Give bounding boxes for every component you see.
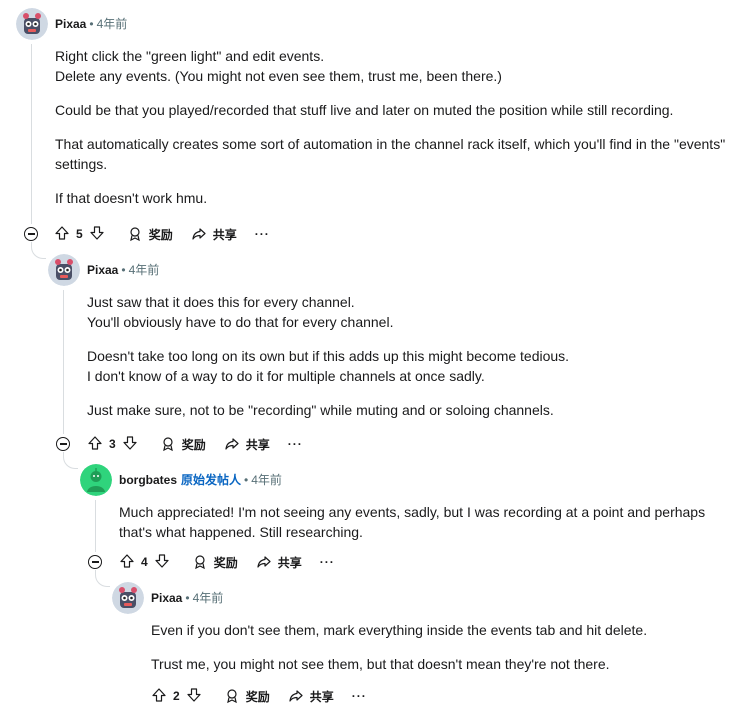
text-line: that's what happened. Still researching. [119,524,363,540]
comment-body: Much appreciated! I'm not seeing any eve… [119,502,737,556]
collapse-thread-button[interactable] [56,437,70,451]
user-avatar[interactable] [48,254,80,286]
downvote-icon[interactable] [154,553,170,572]
upvote-icon[interactable] [119,553,135,572]
text-line: Much appreciated! I'm not seeing any eve… [119,504,706,520]
user-avatar[interactable] [80,464,112,496]
text-line: Just make sure, not to be "recording" wh… [87,402,554,418]
comment-paragraph: If that doesn't work hmu. [55,188,737,208]
text-line: If that doesn't work hmu. [55,190,208,206]
comment-paragraph: Much appreciated! I'm not seeing any eve… [119,502,737,542]
comment-body: Even if you don't see them, mark everyth… [151,620,737,688]
user-avatar[interactable] [112,582,144,614]
more-options-icon[interactable]: ··· [352,689,367,703]
meta-separator: • [244,473,249,487]
comment-meta: Pixaa • 4年前 [55,16,127,32]
comment-paragraph: Even if you don't see them, mark everyth… [151,620,737,640]
award-icon [162,437,173,452]
text-line: Just saw that it does this for every cha… [87,294,355,310]
comment-meta: Pixaa • 4年前 [87,262,159,278]
award-icon [129,227,140,242]
upvote-icon[interactable] [54,225,70,244]
comment-meta: Pixaa • 4年前 [151,590,223,606]
timestamp[interactable]: 4年前 [251,473,282,487]
vote-count: 4 [141,555,148,569]
comment-body: Right click the "green light" and edit e… [55,46,737,222]
vote-count: 2 [173,689,180,703]
comment-paragraph: Could be that you played/recorded that s… [55,100,737,120]
vote-count: 5 [76,227,83,241]
meta-separator: • [89,17,94,31]
share-icon [257,556,271,568]
share-label: 共享 [212,227,237,242]
text-line: You'll obviously have to do that for eve… [87,314,394,330]
comment-paragraph: Trust me, you might not see them, but th… [151,654,737,674]
comment-actions: 2 奖励 共享 ··· [151,684,385,708]
user-avatar[interactable] [16,8,48,40]
thread-connector [31,242,46,259]
text-line: I don't know of a way to do it for multi… [87,368,485,384]
comment-paragraph: Just make sure, not to be "recording" wh… [87,400,737,420]
vote-count: 3 [109,437,116,451]
award-button[interactable]: 奖励 [127,226,173,243]
collapse-thread-button[interactable] [24,227,38,241]
text-line: That automatically creates some sort of … [55,136,726,152]
meta-separator: • [121,263,126,277]
author-name[interactable]: Pixaa [151,591,182,605]
thread-connector [95,570,110,587]
comment-meta: borgbates 原始发帖人 • 4年前 [119,472,282,488]
thread-line [63,290,64,434]
downvote-icon[interactable] [122,435,138,454]
text-line: Could be that you played/recorded that s… [55,102,674,118]
award-button[interactable]: 奖励 [192,554,238,571]
comment-paragraph: Right click the "green light" and edit e… [55,46,737,86]
text-line: Right click the "green light" and edit e… [55,48,325,64]
upvote-icon[interactable] [151,687,167,706]
text-line: Even if you don't see them, mark everyth… [151,622,648,638]
author-name[interactable]: Pixaa [55,17,86,31]
thread-connector [63,452,78,469]
award-label: 奖励 [181,437,206,452]
downvote-icon[interactable] [89,225,105,244]
author-name[interactable]: borgbates [119,473,177,487]
text-line: Doesn't take too long on its own but if … [87,348,570,364]
comment-actions: 5 奖励 共享 ··· [54,222,288,246]
comment-paragraph: Doesn't take too long on its own but if … [87,346,737,386]
comment-actions: 3 奖励 共享 ··· [87,432,321,456]
award-label: 奖励 [148,227,173,242]
comment-actions: 4 奖励 共享 ··· [119,550,353,574]
op-badge: 原始发帖人 [181,473,242,487]
downvote-icon[interactable] [186,687,202,706]
author-name[interactable]: Pixaa [87,263,118,277]
collapse-thread-button[interactable] [88,555,102,569]
more-options-icon[interactable]: ··· [320,555,335,569]
share-icon [225,438,239,450]
share-label: 共享 [277,555,302,570]
thread-line [95,500,96,552]
comment-body: Just saw that it does this for every cha… [87,292,737,434]
award-label: 奖励 [213,555,238,570]
share-label: 共享 [245,437,270,452]
share-button[interactable]: 共享 [256,554,302,571]
more-options-icon[interactable]: ··· [288,437,303,451]
share-button[interactable]: 共享 [224,436,270,453]
text-line: settings. [55,156,108,172]
timestamp[interactable]: 4年前 [193,591,224,605]
timestamp[interactable]: 4年前 [129,263,160,277]
share-button[interactable]: 共享 [191,226,237,243]
thread-line [31,44,32,224]
more-options-icon[interactable]: ··· [255,227,270,241]
share-icon [192,228,206,240]
text-line: Delete any events. (You might not even s… [55,68,502,84]
upvote-icon[interactable] [87,435,103,454]
comment-paragraph: Just saw that it does this for every cha… [87,292,737,332]
text-line: Trust me, you might not see them, but th… [151,656,610,672]
comment-paragraph: That automatically creates some sort of … [55,134,737,174]
award-button[interactable]: 奖励 [160,436,206,453]
timestamp[interactable]: 4年前 [97,17,128,31]
meta-separator: • [185,591,190,605]
award-icon [194,555,205,570]
